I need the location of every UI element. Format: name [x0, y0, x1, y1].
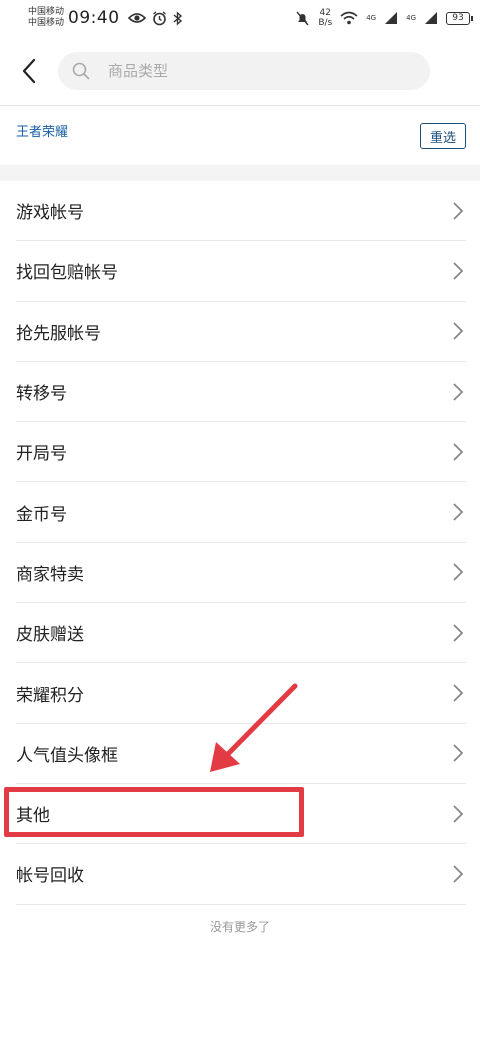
reset-button[interactable]: 重选	[420, 123, 466, 149]
search-box[interactable]	[58, 51, 430, 90]
list-item[interactable]: 找回包赔帐号	[16, 241, 466, 302]
net-speed-unit: B/s	[318, 18, 333, 28]
battery-indicator: 93	[446, 11, 473, 25]
wifi-icon	[340, 11, 358, 25]
list-item[interactable]: 开局号	[16, 422, 466, 483]
list-item[interactable]: 游戏帐号	[16, 181, 466, 242]
section-divider	[0, 165, 480, 181]
chevron-right-icon	[453, 322, 464, 340]
list-item-label: 开局号	[16, 444, 67, 465]
status-bar: 中国移动 中国移动 09:40 42 B/s 4G 4G 93	[0, 0, 480, 36]
no-more-text: 没有更多了	[209, 920, 270, 934]
cell-signal-icon	[425, 12, 437, 24]
search-icon	[72, 62, 90, 79]
search-input[interactable]	[108, 61, 388, 80]
list-item[interactable]: 转移号	[16, 362, 466, 423]
filter-row: 王者荣耀 重选	[0, 107, 480, 165]
net-speed: 42 B/s	[318, 8, 332, 28]
category-list: 游戏帐号 找回包赔帐号 抢先服帐号 转移号 开局号 金币号 商家特卖 皮肤赠送	[0, 181, 480, 905]
alarm-icon	[152, 10, 166, 25]
bluetooth-icon	[173, 10, 182, 26]
signal-2-label: 4G	[406, 14, 416, 22]
list-item-label: 商家特卖	[16, 564, 84, 585]
list-item[interactable]: 抢先服帐号	[16, 302, 466, 362]
cell-signal-icon	[385, 12, 398, 24]
list-item-label: 荣耀积分	[16, 685, 84, 706]
list-item[interactable]: 人气值头像框	[16, 724, 466, 784]
mute-bell-icon	[296, 11, 309, 25]
carrier-2: 中国移动	[28, 18, 65, 28]
chevron-right-icon	[453, 202, 464, 220]
list-item[interactable]: 荣耀积分	[16, 663, 466, 724]
list-item-label: 游戏帐号	[16, 203, 84, 224]
list-item[interactable]: 商家特卖	[16, 543, 466, 604]
chevron-right-icon	[453, 262, 464, 280]
list-item-label: 人气值头像框	[16, 745, 118, 766]
chevron-right-icon	[453, 503, 464, 521]
carrier-1: 中国移动	[28, 7, 65, 17]
list-item[interactable]: 其他	[16, 784, 466, 845]
battery-level: 93	[452, 13, 464, 23]
selected-filter-tag[interactable]: 王者荣耀	[16, 121, 68, 140]
chevron-left-icon	[22, 58, 36, 83]
chevron-right-icon	[453, 382, 464, 401]
page: 中国移动 中国移动 09:40 42 B/s 4G 4G 93 商品类型 王者荣…	[0, 0, 480, 1040]
list-item-label: 其他	[16, 806, 50, 827]
chevron-right-icon	[453, 865, 464, 883]
clock: 09:40	[68, 8, 120, 28]
signal-1-label: 4G	[366, 14, 377, 22]
header	[0, 36, 480, 106]
net-speed-value: 42	[319, 8, 331, 18]
chevron-right-icon	[453, 804, 464, 823]
chevron-right-icon	[453, 563, 464, 582]
carrier-info: 中国移动 中国移动	[28, 7, 64, 29]
back-button[interactable]	[6, 46, 52, 96]
chevron-right-icon	[453, 684, 464, 702]
list-item-label: 抢先服帐号	[16, 323, 101, 344]
list-item-label: 金币号	[16, 504, 67, 525]
list-item-label: 皮肤赠送	[16, 625, 84, 646]
list-item-label: 转移号	[16, 384, 67, 405]
chevron-right-icon	[453, 744, 464, 762]
chevron-right-icon	[453, 624, 464, 642]
list-item-label: 找回包赔帐号	[16, 263, 118, 284]
chevron-right-icon	[453, 443, 464, 461]
eye-icon	[127, 13, 146, 23]
list-item[interactable]: 金币号	[16, 482, 466, 543]
list-item[interactable]: 帐号回收	[16, 844, 466, 905]
list-item-label: 帐号回收	[16, 866, 84, 887]
list-item[interactable]: 皮肤赠送	[16, 603, 466, 664]
